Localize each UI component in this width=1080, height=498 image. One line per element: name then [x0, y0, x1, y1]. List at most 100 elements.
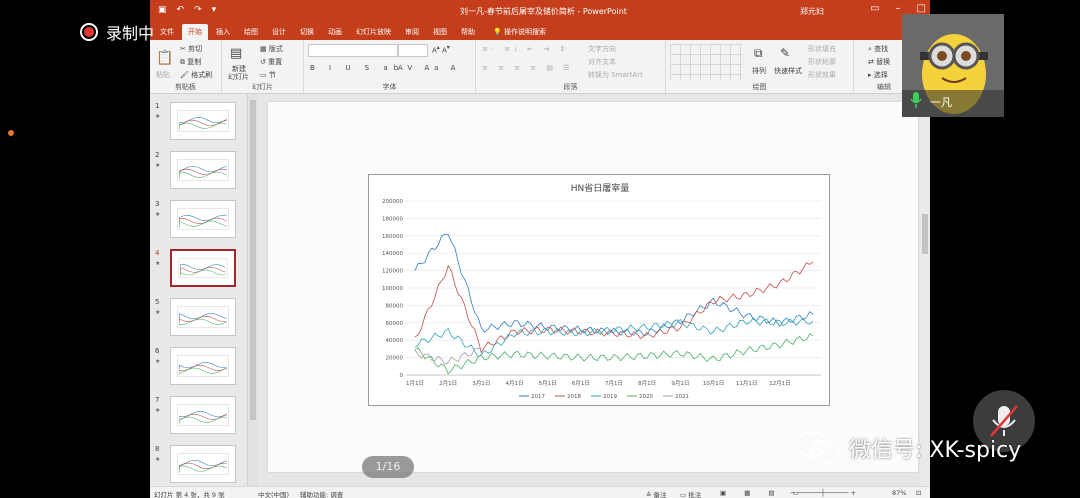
zoom-slider[interactable]: − ──────┼────── + [790, 489, 856, 497]
find-button[interactable]: ⌕ 查找 [868, 44, 888, 54]
editor-scrollbar[interactable] [920, 94, 930, 486]
arrange-icon[interactable]: ⧉ [754, 46, 763, 61]
customize-icon[interactable]: ▾ [212, 5, 217, 15]
font-color-buttons[interactable]: AV Aa A [398, 64, 460, 72]
smartart-button[interactable]: 转换为 SmartArt [588, 70, 643, 80]
tab-home[interactable]: 开始 [182, 24, 208, 40]
undo-icon[interactable]: ↶ [177, 5, 185, 15]
legend-label: 2020 [639, 394, 653, 400]
tab-animations[interactable]: 动画 [322, 24, 348, 40]
font-style-buttons[interactable]: B I U S ab [310, 64, 404, 72]
tab-transitions[interactable]: 切换 [294, 24, 320, 40]
slide-thumbnail-3[interactable] [170, 200, 236, 238]
ribbon-display-icon[interactable]: ▭ [870, 3, 879, 14]
redo-icon[interactable]: ↷ [194, 5, 202, 15]
format-painter-label: 格式刷 [191, 71, 213, 79]
quick-styles-icon[interactable]: ✎ [780, 46, 790, 60]
transition-star-icon: ★ [155, 162, 161, 169]
drawing-label: 绘图 [752, 83, 767, 91]
new-slide-icon[interactable]: ▤ [230, 46, 242, 61]
x-tick-label: 10月1日 [703, 380, 725, 387]
thumbnail-number: 4 [155, 249, 160, 257]
accessibility-status[interactable]: 辅助功能: 调查 [300, 489, 343, 498]
user-name[interactable]: 郑元妇 [800, 6, 824, 17]
arrange-button[interactable]: 排列 [752, 66, 766, 76]
y-tick-label: 160000 [382, 234, 403, 240]
tab-design[interactable]: 设计 [266, 24, 292, 40]
new-slide-button-line2[interactable]: 幻灯片 [228, 72, 249, 82]
quick-styles-button[interactable]: 快速样式 [774, 66, 802, 76]
slide-thumbnail-8[interactable] [170, 445, 236, 483]
comments-label: 批注 [688, 491, 702, 498]
list-buttons[interactable]: ≡· ≡₁ ⇤ ⇥ ↕ [482, 45, 569, 53]
wechat-logo-icon [796, 431, 839, 463]
replace-label: 替换 [876, 58, 891, 66]
replace-button[interactable]: ⇄ 替换 [868, 57, 890, 67]
chart-canvas: HN省日屠宰量 0 20000 40000 60000 80000 100000 12000… [382, 182, 821, 400]
text-direction-button[interactable]: 文字方向 [588, 44, 616, 54]
font-grow-icon[interactable]: A▴ A▾ [432, 45, 450, 54]
tab-view[interactable]: 视图 [427, 24, 453, 40]
maximize-icon[interactable]: □ [917, 3, 926, 14]
legend-label: 2021 [675, 394, 689, 400]
powerpoint-window: ▣ ↶ ↷ ▾ 刘一凡-春节前后屠宰及储价简析 - PowerPoint 郑元妇… [150, 0, 930, 498]
font-size-input[interactable] [398, 44, 428, 57]
thumbnails-scrollbar[interactable] [248, 94, 258, 486]
paste-icon[interactable]: 📋 [156, 50, 173, 66]
tab-file[interactable]: 文件 [154, 24, 180, 40]
select-button[interactable]: ▸ 选择 [868, 70, 888, 80]
mic-active-icon[interactable] [910, 92, 922, 108]
x-tick-label: 5月1日 [539, 380, 557, 387]
layout-button[interactable]: ▦ 版式 [260, 44, 283, 54]
save-icon[interactable]: ▣ [158, 5, 167, 15]
recording-indicator[interactable]: 录制中 [80, 20, 154, 44]
shapes-gallery[interactable] [670, 44, 742, 80]
legend-label: 2019 [603, 394, 617, 400]
thumbnail-preview [178, 257, 228, 279]
comments-button[interactable]: ▭ 批注 [680, 489, 701, 498]
y-tick-label: 200000 [382, 199, 403, 205]
align-buttons[interactable]: ≡ ≡ ≡ ≡ ▤ ☰ [482, 64, 573, 72]
slide-thumbnail-6[interactable] [170, 347, 236, 385]
shape-effects-button[interactable]: 形状效果 [808, 70, 836, 80]
paste-button[interactable]: 粘贴 [156, 70, 170, 80]
shape-outline-button[interactable]: 形状轮廓 [808, 57, 836, 67]
cut-button[interactable]: ✂ 剪切 [180, 44, 202, 54]
slide-thumbnail-7[interactable] [170, 396, 236, 434]
current-slide[interactable]: HN省日屠宰量 0 20000 40000 60000 80000 100000 12000… [268, 102, 918, 472]
line-chart[interactable]: HN省日屠宰量 0 20000 40000 60000 80000 100000 12000… [368, 174, 830, 406]
slide-thumbnail-4[interactable] [170, 249, 236, 287]
minimize-icon[interactable]: – [896, 3, 901, 14]
reset-button[interactable]: ↺ 重置 [260, 57, 282, 67]
y-tick-label: 100000 [382, 286, 403, 292]
thumbnail-number: 6 [155, 347, 160, 355]
thumbnail-number: 5 [155, 298, 160, 306]
font-name-input[interactable] [308, 44, 398, 57]
slide-thumbnail-1[interactable] [170, 102, 236, 140]
fit-slide-icon[interactable]: ⊡ [916, 489, 921, 497]
tab-draw[interactable]: 绘图 [238, 24, 264, 40]
align-text-button[interactable]: 对齐文本 [588, 57, 616, 67]
shape-fill-button[interactable]: 形状填充 [808, 44, 836, 54]
zoom-level[interactable]: 87% [892, 489, 906, 497]
format-painter-button[interactable]: 🖌 格式刷 [180, 70, 212, 80]
tab-slideshow[interactable]: 幻灯片放映 [350, 24, 397, 40]
group-font: A▴ A▾ B I U S ab AV Aa A 字体 [304, 40, 476, 94]
transition-star-icon: ★ [155, 260, 161, 267]
section-button[interactable]: ▭ 节 [260, 70, 276, 80]
slide-thumbnail-2[interactable] [170, 151, 236, 189]
slide-thumbnail-5[interactable] [170, 298, 236, 336]
language[interactable]: 中文(中国) [258, 489, 289, 498]
tab-review[interactable]: 审阅 [399, 24, 425, 40]
tell-me-search[interactable]: 💡 操作说明搜索 [487, 24, 552, 40]
x-tick-label: 8月1日 [638, 380, 656, 387]
tab-help[interactable]: 帮助 [455, 24, 481, 40]
copy-button[interactable]: ⧉ 复制 [180, 57, 201, 67]
quick-access-toolbar: ▣ ↶ ↷ ▾ [158, 5, 216, 15]
notes-button[interactable]: ≙ 备注 [646, 489, 667, 498]
tab-insert[interactable]: 插入 [210, 24, 236, 40]
y-tick-label: 180000 [382, 216, 403, 222]
slide-thumbnails-panel[interactable]: 1 ★ 2 ★ 3 ★ 4 ★ 5 ★ 6 ★ 7 ★ 8 ★ [150, 94, 248, 486]
slides-label: 幻灯片 [252, 83, 273, 91]
x-tick-label: 3月1日 [472, 380, 490, 387]
